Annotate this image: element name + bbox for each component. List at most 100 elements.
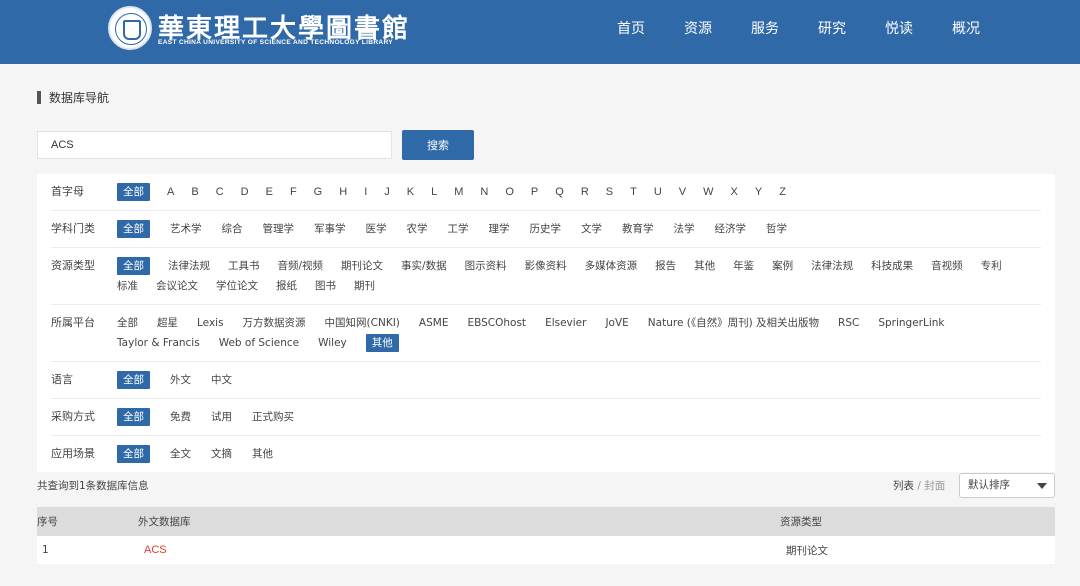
filter-option[interactable]: X: [731, 183, 738, 201]
filter-option[interactable]: JoVE: [605, 314, 628, 332]
filter-option[interactable]: RSC: [838, 314, 859, 332]
filter-option[interactable]: E: [266, 183, 273, 201]
filter-option[interactable]: 案例: [772, 257, 793, 275]
filter-option[interactable]: 标准: [117, 277, 138, 295]
filter-option-selected[interactable]: 全部: [117, 257, 150, 275]
nav-services[interactable]: 服务: [751, 18, 779, 38]
search-input[interactable]: [37, 131, 392, 159]
filter-option[interactable]: Web of Science: [219, 334, 299, 352]
filter-option[interactable]: 音视频: [931, 257, 963, 275]
filter-option-selected[interactable]: 全部: [117, 220, 150, 238]
filter-option[interactable]: 图书: [315, 277, 336, 295]
filter-option[interactable]: 文学: [581, 220, 602, 238]
filter-option[interactable]: F: [290, 183, 297, 201]
filter-option[interactable]: 正式购买: [252, 408, 294, 426]
filter-option[interactable]: EBSCOhost: [467, 314, 526, 332]
filter-option[interactable]: 综合: [222, 220, 243, 238]
filter-option[interactable]: O: [505, 183, 514, 201]
filter-option[interactable]: Nature (《自然》周刊) 及相关出版物: [648, 314, 819, 332]
filter-option-selected[interactable]: 其他: [365, 334, 399, 352]
filter-option[interactable]: Wiley: [318, 334, 347, 352]
filter-option[interactable]: S: [606, 183, 613, 201]
filter-option[interactable]: 法律法规: [168, 257, 210, 275]
filter-option[interactable]: 期刊: [354, 277, 375, 295]
filter-option[interactable]: Elsevier: [545, 314, 586, 332]
filter-option[interactable]: 法律法规: [811, 257, 853, 275]
filter-option[interactable]: U: [654, 183, 662, 201]
filter-option[interactable]: 军事学: [314, 220, 346, 238]
filter-option[interactable]: 音频/视频: [278, 257, 324, 275]
filter-option[interactable]: 多媒体资源: [585, 257, 638, 275]
filter-option[interactable]: Y: [755, 183, 762, 201]
nav-overview[interactable]: 概况: [952, 18, 980, 38]
filter-option[interactable]: 医学: [366, 220, 387, 238]
filter-option[interactable]: W: [703, 183, 713, 201]
filter-option[interactable]: T: [630, 183, 637, 201]
view-list-link[interactable]: 列表: [893, 480, 914, 492]
filter-option[interactable]: V: [679, 183, 686, 201]
filter-option[interactable]: H: [339, 183, 347, 201]
filter-option[interactable]: Lexis: [197, 314, 224, 332]
filter-option[interactable]: 免费: [170, 408, 191, 426]
filter-option[interactable]: R: [581, 183, 589, 201]
nav-reading[interactable]: 悦读: [885, 18, 913, 38]
filter-option[interactable]: 影像资料: [525, 257, 567, 275]
filter-option[interactable]: Z: [779, 183, 786, 201]
filter-option[interactable]: 外文: [170, 371, 191, 389]
filter-option[interactable]: 其他: [694, 257, 715, 275]
filter-option[interactable]: 教育学: [622, 220, 654, 238]
filter-option[interactable]: 试用: [211, 408, 232, 426]
filter-option[interactable]: C: [216, 183, 224, 201]
database-link[interactable]: ACS: [144, 544, 167, 556]
filter-option[interactable]: 全文: [170, 445, 191, 463]
filter-option[interactable]: 其他: [252, 445, 273, 463]
filter-option[interactable]: 年鉴: [733, 257, 754, 275]
filter-option[interactable]: 中文: [211, 371, 232, 389]
filter-option[interactable]: 科技成果: [871, 257, 913, 275]
filter-option[interactable]: 万方数据资源: [243, 314, 306, 332]
filter-option[interactable]: 经济学: [715, 220, 747, 238]
search-button[interactable]: 搜索: [402, 130, 474, 160]
nav-home[interactable]: 首页: [617, 18, 645, 38]
filter-option[interactable]: 会议论文: [156, 277, 198, 295]
filter-option[interactable]: Taylor & Francis: [117, 334, 200, 352]
filter-option[interactable]: 艺术学: [170, 220, 202, 238]
nav-research[interactable]: 研究: [818, 18, 846, 38]
filter-option[interactable]: 学位论文: [216, 277, 258, 295]
filter-option[interactable]: 报纸: [276, 277, 297, 295]
filter-option[interactable]: 工具书: [228, 257, 260, 275]
filter-option[interactable]: N: [480, 183, 488, 201]
filter-option-selected[interactable]: 全部: [117, 371, 150, 389]
filter-option[interactable]: A: [167, 183, 174, 201]
filter-option[interactable]: 工学: [448, 220, 469, 238]
filter-option[interactable]: 超星: [157, 314, 178, 332]
filter-option-selected[interactable]: 全部: [117, 408, 150, 426]
nav-resources[interactable]: 资源: [684, 18, 712, 38]
filter-option[interactable]: M: [454, 183, 463, 201]
filter-option[interactable]: 管理学: [263, 220, 295, 238]
filter-option[interactable]: ASME: [419, 314, 449, 332]
filter-option[interactable]: 报告: [655, 257, 676, 275]
view-cover-link[interactable]: 封面: [924, 480, 945, 492]
filter-option[interactable]: 期刊论文: [341, 257, 383, 275]
filter-option[interactable]: 专利: [981, 257, 1002, 275]
filter-option-selected[interactable]: 全部: [117, 183, 150, 201]
filter-option[interactable]: B: [191, 183, 198, 201]
filter-option[interactable]: 图示资料: [465, 257, 507, 275]
filter-option[interactable]: 法学: [674, 220, 695, 238]
sort-select[interactable]: 默认排序: [959, 473, 1055, 498]
filter-option[interactable]: P: [531, 183, 538, 201]
filter-option[interactable]: 农学: [407, 220, 428, 238]
filter-option[interactable]: 哲学: [766, 220, 787, 238]
filter-option[interactable]: D: [241, 183, 249, 201]
library-logo[interactable]: 華東理工大學圖書館 EAST CHINA UNIVERSITY OF SCIEN…: [108, 6, 408, 56]
filter-option[interactable]: 全部: [117, 314, 138, 332]
filter-option[interactable]: J: [384, 183, 390, 201]
filter-option[interactable]: 文摘: [211, 445, 232, 463]
filter-option[interactable]: 历史学: [530, 220, 562, 238]
filter-option-selected[interactable]: 全部: [117, 445, 150, 463]
filter-option[interactable]: 理学: [489, 220, 510, 238]
filter-option[interactable]: SpringerLink: [878, 314, 944, 332]
filter-option[interactable]: I: [364, 183, 367, 201]
filter-option[interactable]: L: [431, 183, 437, 201]
